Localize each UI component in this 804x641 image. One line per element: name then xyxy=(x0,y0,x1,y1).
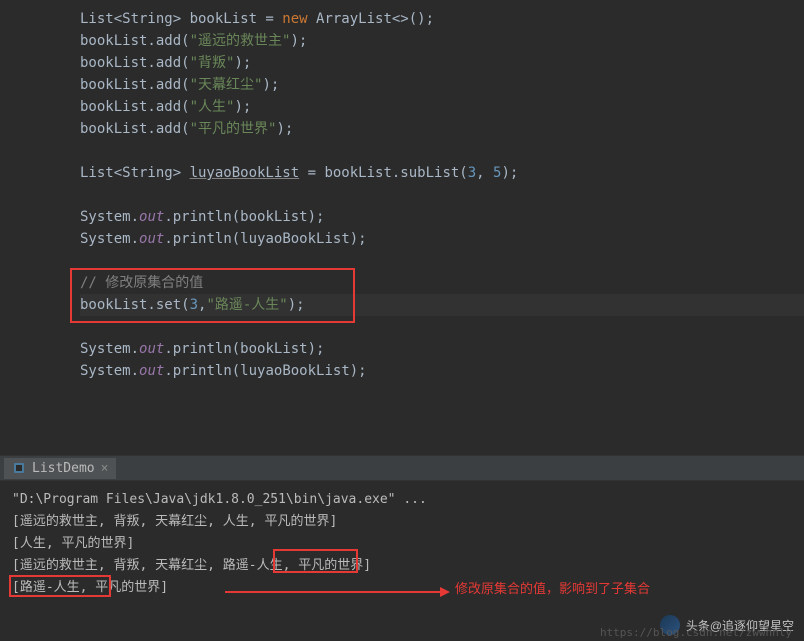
code-editor[interactable]: List<String> bookList = new ArrayList<>(… xyxy=(0,0,804,455)
code-line: bookList.add("天幕红尘"); xyxy=(80,74,804,96)
console-line: [遥远的救世主, 背叛, 天幕红尘, 路遥-人生, 平凡的世界] xyxy=(12,555,792,577)
code-line: System.out.println(bookList); xyxy=(80,338,804,360)
code-line: List<String> bookList = new ArrayList<>(… xyxy=(80,8,804,30)
console-line: "D:\Program Files\Java\jdk1.8.0_251\bin\… xyxy=(12,489,792,511)
tab-listdemo[interactable]: ListDemo × xyxy=(4,458,116,479)
console-tab-bar: ListDemo × xyxy=(0,455,804,481)
watermark-url: https://blog.csdn.net/zwwhnly xyxy=(600,626,792,639)
highlight-box-output1 xyxy=(273,549,358,573)
code-line: System.out.println(luyaoBookList); xyxy=(80,360,804,382)
code-line: System.out.println(bookList); xyxy=(80,206,804,228)
tab-label: ListDemo xyxy=(32,461,95,476)
code-line: bookList.add("人生"); xyxy=(80,96,804,118)
highlight-box-output2 xyxy=(9,575,111,597)
highlight-box-code xyxy=(70,268,355,323)
annotation-text: 修改原集合的值，影响到了子集合 xyxy=(455,578,650,597)
console-line: [遥远的救世主, 背叛, 天幕红尘, 人生, 平凡的世界] xyxy=(12,511,792,533)
close-icon[interactable]: × xyxy=(101,461,109,476)
code-line: System.out.println(luyaoBookList); xyxy=(80,228,804,250)
console-line: [人生, 平凡的世界] xyxy=(12,533,792,555)
run-icon xyxy=(12,461,26,475)
code-line xyxy=(80,140,804,162)
code-line: bookList.add("平凡的世界"); xyxy=(80,118,804,140)
code-line: bookList.add("背叛"); xyxy=(80,52,804,74)
arrow-icon xyxy=(225,586,450,598)
code-line: bookList.add("遥远的救世主"); xyxy=(80,30,804,52)
code-line: List<String> luyaoBookList = bookList.su… xyxy=(80,162,804,184)
code-line xyxy=(80,184,804,206)
